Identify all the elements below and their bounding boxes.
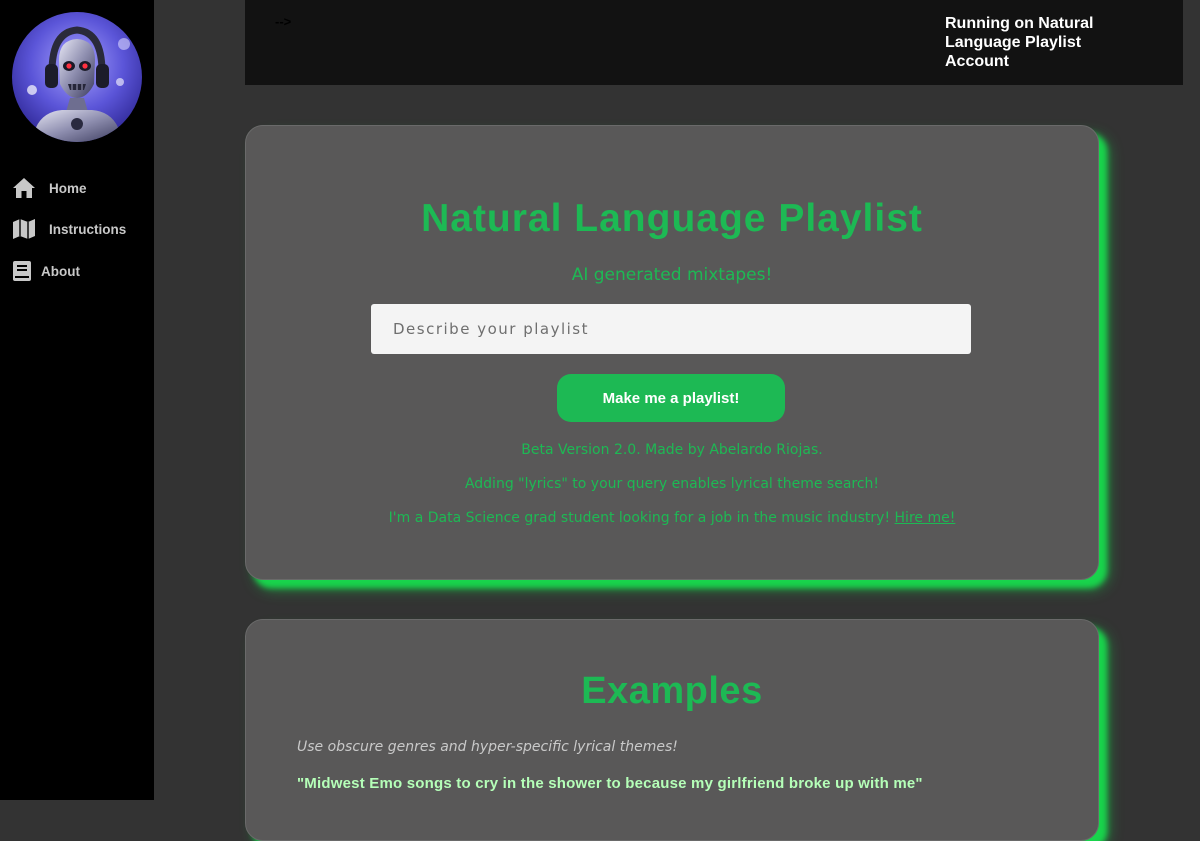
comment-artifact: --> bbox=[275, 14, 292, 29]
hero-card: Natural Language Playlist AI generated m… bbox=[245, 125, 1099, 580]
lyrics-tip-text: Adding "lyrics" to your query enables ly… bbox=[464, 476, 880, 492]
home-icon bbox=[12, 177, 36, 199]
playlist-description-input[interactable] bbox=[371, 304, 971, 354]
account-status: Running on Natural Language Playlist Acc… bbox=[945, 15, 1094, 70]
sidebar-item-label: Instructions bbox=[49, 221, 127, 237]
hire-text-line: I'm a Data Science grad student looking … bbox=[246, 510, 1098, 526]
example-query[interactable]: "Midwest Emo songs to cry in the shower … bbox=[297, 775, 923, 792]
make-playlist-button[interactable]: Make me a playlist! bbox=[557, 374, 785, 422]
page-subtitle: AI generated mixtapes! bbox=[571, 265, 773, 285]
sidebar-item-about[interactable]: About bbox=[12, 260, 80, 282]
book-icon bbox=[12, 260, 32, 282]
map-icon bbox=[12, 218, 36, 240]
sidebar-item-label: Home bbox=[49, 180, 87, 196]
examples-hint: Use obscure genres and hyper-specific ly… bbox=[297, 739, 678, 755]
avatar[interactable] bbox=[12, 12, 142, 142]
sidebar-item-label: About bbox=[41, 263, 80, 279]
beta-version-text: Beta Version 2.0. Made by Abelardo Rioja… bbox=[521, 442, 823, 458]
examples-card: Examples Use obscure genres and hyper-sp… bbox=[245, 619, 1099, 841]
examples-title: Examples bbox=[581, 670, 763, 712]
sidebar: Home Instructions About bbox=[0, 0, 154, 800]
top-bar: --> Running on Natural Language Playlist… bbox=[245, 0, 1183, 85]
hire-text: I'm a Data Science grad student looking … bbox=[388, 510, 891, 526]
hire-me-link[interactable]: Hire me! bbox=[895, 510, 956, 526]
sidebar-item-instructions[interactable]: Instructions bbox=[12, 218, 126, 240]
page-title: Natural Language Playlist bbox=[421, 197, 923, 240]
robot-avatar-icon bbox=[12, 12, 142, 142]
sidebar-item-home[interactable]: Home bbox=[12, 177, 87, 199]
